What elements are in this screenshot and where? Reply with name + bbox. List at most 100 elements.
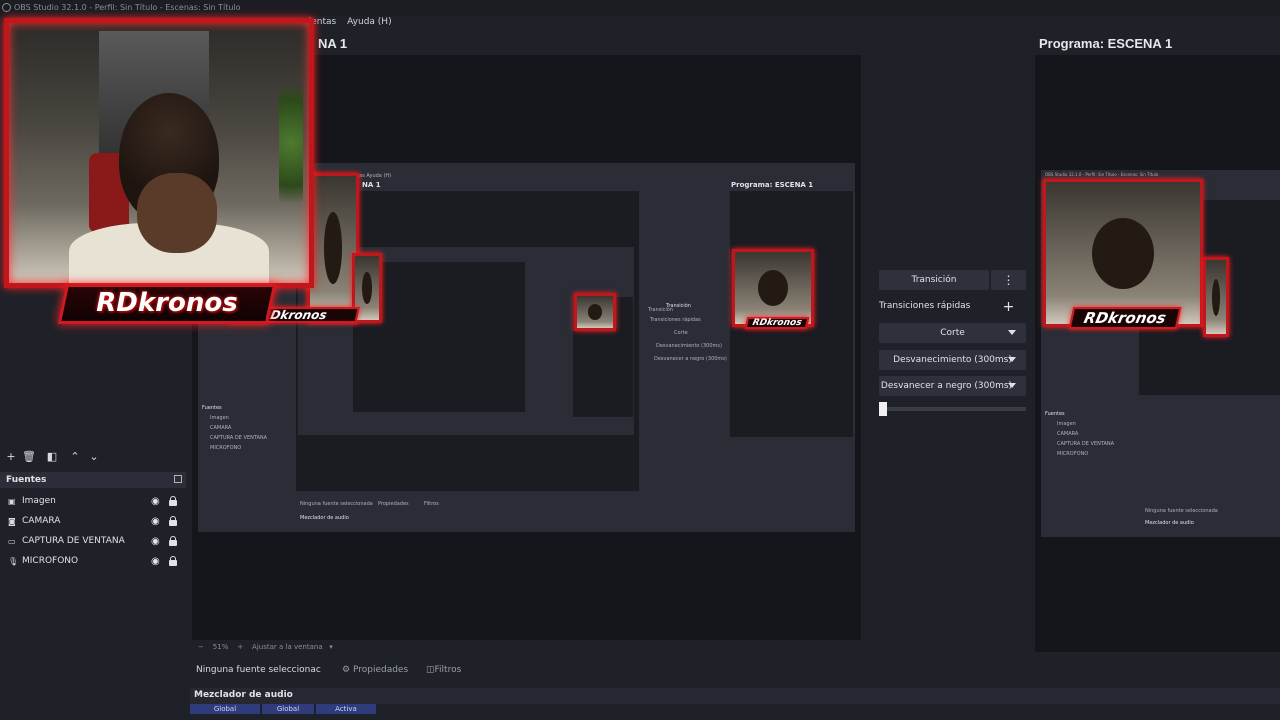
source-item-captura[interactable]: ▭ CAPTURA DE VENTANA ◉ — [0, 532, 186, 552]
chevron-down-icon — [1008, 383, 1016, 388]
sources-title: Fuentes — [6, 475, 47, 485]
gear-icon: ⚙ — [342, 665, 351, 675]
source-label: CAPTURA DE VENTANA — [22, 536, 125, 546]
audio-mixer-tabs: Global Global Activa — [190, 704, 390, 716]
filter-icon: ◫ — [426, 665, 435, 675]
nested-fuentes: Fuentes — [202, 405, 222, 411]
chevron-down-icon: ▾ — [324, 643, 333, 651]
sources-list: ▣ Imagen ◉ ◙ CAMARA ◉ ▭ CAPTURA DE VENTA… — [0, 492, 186, 572]
quick-transition-fade-black[interactable]: Desvanecer a negro (300ms) — [879, 376, 1026, 396]
nested-no-selection: Ninguna fuente seleccionada — [300, 501, 373, 507]
program-nested-fuentes: Fuentes — [1045, 411, 1065, 417]
program-nested-title: OBS Studio 32.1.0 - Perfil: Sin Título -… — [1045, 172, 1159, 177]
chevron-down-icon — [1008, 330, 1016, 335]
zoom-out-icon[interactable]: − — [198, 643, 204, 651]
sources-toolbar: + 🗑 ◧ ⌃ ⌄ — [0, 450, 190, 466]
quick-transition-cut[interactable]: Corte — [879, 323, 1026, 343]
window-icon: ▭ — [8, 537, 16, 546]
nested-opt-fade-black: Desvanecer a negro (300ms) — [654, 356, 727, 362]
program-nested-src-0: Imagen — [1057, 421, 1076, 427]
program-nested-no-selection: Ninguna fuente seleccionada — [1145, 508, 1218, 514]
transition-menu-button[interactable]: ⋮ — [991, 270, 1026, 290]
eye-icon[interactable]: ◉ — [151, 516, 160, 527]
program-canvas: OBS Studio 32.1.0 - Perfil: Sin Título -… — [1035, 55, 1280, 652]
lock-icon[interactable] — [169, 496, 177, 506]
trash-icon[interactable]: 🗑 — [22, 450, 36, 464]
quick-transition-fade-black-label: Desvanecer a negro (300ms) — [880, 381, 1013, 391]
quick-transition-fade-label: Desvanecimiento (300ms) — [893, 355, 1012, 365]
more-vertical-icon: ⋮ — [1002, 273, 1015, 287]
nested-quick-label: Transiciones rápidas — [650, 317, 701, 323]
preview-zoom-bar: − 51% + Ajustar a la ventana ▾ — [192, 640, 862, 654]
obs-window: OBS Studio 32.1.0 - Perfil: Sin Título -… — [0, 0, 1280, 720]
add-quick-transition-button[interactable]: + — [991, 298, 1026, 316]
float-dock-icon[interactable] — [174, 475, 182, 483]
eye-icon[interactable]: ◉ — [151, 556, 160, 567]
source-label: MICROFONO — [22, 556, 79, 566]
add-icon[interactable]: + — [4, 450, 18, 464]
program-cam — [1043, 179, 1203, 327]
zoom-level: 51% — [212, 643, 229, 651]
nested-src-0: Imagen — [210, 415, 229, 421]
lock-icon[interactable] — [169, 516, 177, 526]
program-scene-label: Programa: ESCENA 1 — [1039, 36, 1173, 51]
lock-icon[interactable] — [169, 556, 177, 566]
plus-icon: + — [1002, 299, 1015, 315]
quick-transition-fade[interactable]: Desvanecimiento (300ms) — [879, 350, 1026, 370]
source-item-imagen[interactable]: ▣ Imagen ◉ — [0, 492, 186, 512]
properties-button[interactable]: ⚙ Propiedades — [338, 663, 412, 679]
tbar-track[interactable] — [880, 407, 1026, 411]
program-nested-src-3: MICROFONO — [1057, 451, 1089, 457]
program-nameplate: RDkronos — [1068, 307, 1182, 329]
camera-icon: ◙ — [8, 517, 16, 526]
tbar-handle[interactable] — [879, 402, 887, 416]
up-icon[interactable]: ⌃ — [68, 450, 82, 464]
transition-button[interactable]: Transición — [879, 270, 989, 290]
source-label: Imagen — [22, 496, 56, 506]
preview-scene-label: NA 1 — [318, 36, 348, 51]
nested-transition-btn: Transición — [666, 303, 691, 309]
no-source-selected: Ninguna fuente seleccionac — [196, 665, 321, 675]
filter-icon[interactable]: ◧ — [45, 450, 59, 464]
nested-props: Propiedades — [378, 501, 409, 507]
nested-scene-label: NA 1 — [362, 181, 381, 189]
program-nested-src-1: CAMARA — [1057, 431, 1079, 437]
nested-program-nameplate: RDkronos — [744, 317, 810, 329]
down-icon[interactable]: ⌄ — [87, 450, 101, 464]
nested-program-label: Programa: ESCENA 1 — [731, 181, 814, 189]
nested-src-3: MICROFONO — [210, 445, 242, 451]
sources-dock-header: Fuentes — [0, 472, 186, 488]
fit-window-select[interactable]: Ajustar a la ventana — [252, 643, 323, 651]
microphone-icon: 🎙 — [8, 557, 19, 566]
zoom-in-icon[interactable]: + — [237, 643, 243, 651]
program-cam-echo — [1203, 257, 1229, 337]
filters-button[interactable]: ◫Filtros — [422, 663, 465, 679]
nested-opt-cut: Corte — [674, 330, 688, 336]
program-nested-src-2: CAPTURA DE VENTANA — [1057, 441, 1115, 447]
nested-src-1: CAMARA — [210, 425, 232, 431]
audio-mixer-title: Mezclador de audio — [190, 688, 1280, 704]
window-title: OBS Studio 32.1.0 - Perfil: Sin Título -… — [14, 3, 241, 12]
quick-transitions-label: Transiciones rápidas — [879, 301, 971, 311]
quick-transition-cut-label: Corte — [940, 328, 965, 338]
chevron-down-icon — [1008, 357, 1016, 362]
source-item-camara[interactable]: ◙ CAMARA ◉ — [0, 512, 186, 532]
mixer-tab-global-2[interactable]: Global — [262, 704, 314, 714]
transition-button-label: Transición — [911, 275, 957, 285]
eye-icon[interactable]: ◉ — [151, 536, 160, 547]
webcam-frame — [4, 18, 314, 288]
eye-icon[interactable]: ◉ — [151, 496, 160, 507]
mixer-tab-global-1[interactable]: Global — [190, 704, 260, 714]
obs-logo-icon — [2, 3, 11, 12]
source-item-microfono[interactable]: 🎙 MICROFONO ◉ — [0, 552, 186, 572]
program-nested-mixer: Mezclador de audio — [1145, 520, 1194, 526]
properties-bar: Ninguna fuente seleccionac ⚙ Propiedades… — [190, 660, 1280, 682]
nested-mixer: Mezclador de audio — [300, 515, 349, 521]
webcam-name: RDkronos — [96, 288, 238, 318]
nested-cam-small — [574, 293, 616, 331]
menu-help[interactable]: Ayuda (H) — [347, 17, 391, 27]
lock-icon[interactable] — [169, 536, 177, 546]
source-label: CAMARA — [22, 516, 61, 526]
image-icon: ▣ — [8, 497, 16, 506]
mixer-tab-activa[interactable]: Activa — [316, 704, 376, 714]
